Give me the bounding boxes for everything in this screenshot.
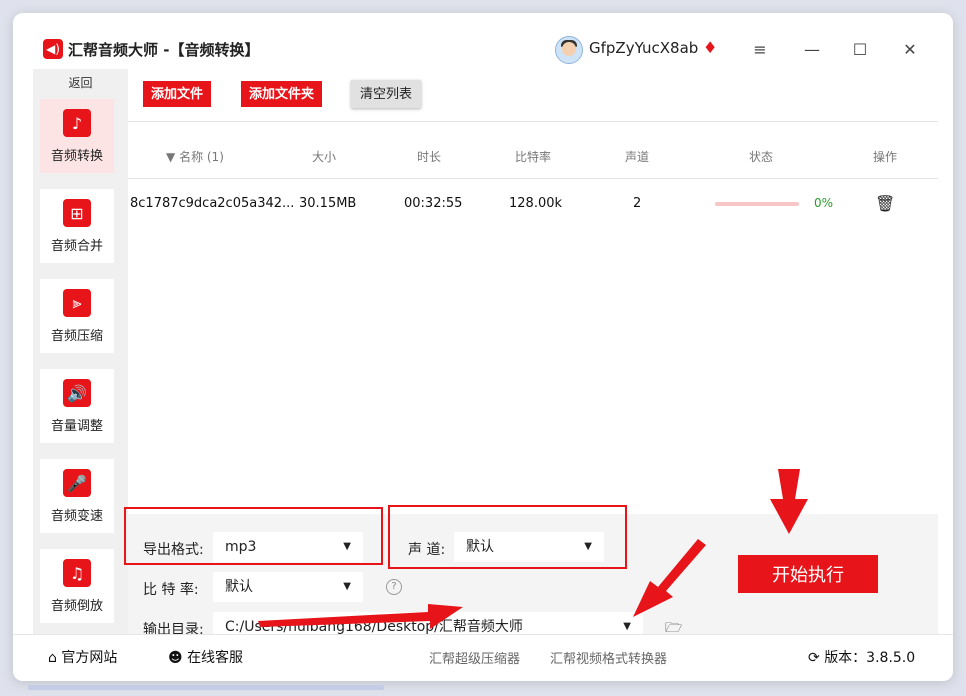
minimize-button[interactable]: —: [800, 37, 824, 61]
home-icon: ⌂: [48, 650, 57, 666]
sidebar-item-label: 音频倒放: [50, 599, 103, 614]
volume-adjust-icon: 🔊: [63, 379, 91, 407]
add-file-button[interactable]: 添加文件: [143, 81, 212, 107]
audio-merge-icon: ⊞: [63, 199, 91, 227]
column-header-bitrate: 比特率: [515, 150, 552, 164]
refresh-icon: ⟳: [808, 650, 820, 666]
audio-convert-icon: ♪: [63, 109, 91, 137]
trash-icon[interactable]: 🗑: [875, 194, 895, 213]
sidebar-item-label: 音频变速: [50, 509, 103, 524]
website-label: 官方网站: [61, 650, 118, 666]
cell-duration: 00:32:55: [404, 196, 463, 211]
audio-reverse-icon: ♫: [63, 559, 91, 587]
cell-size: 30.15MB: [299, 196, 357, 211]
diamond-icon[interactable]: ♦: [703, 38, 717, 57]
add-folder-button[interactable]: 添加文件夹: [241, 81, 323, 107]
header-divider: [128, 178, 938, 179]
sidebar-item-audio-convert[interactable]: ♪ 音频转换: [40, 99, 114, 173]
sidebar-item-label: 音量调整: [50, 419, 103, 434]
output-path-value: C:/Users/huibang168/Desktop/汇帮音频大师: [225, 619, 523, 635]
sidebar-item-audio-speed[interactable]: 🎤 音频变速: [40, 459, 114, 533]
chevron-down-icon: ▼: [343, 581, 351, 592]
user-name[interactable]: GfpZyYucX8ab: [589, 39, 698, 57]
sidebar-item-label: 音频合并: [50, 239, 103, 254]
column-header-action: 操作: [873, 150, 898, 164]
toolbar-divider: [128, 121, 938, 122]
sidebar: 返回 ♪ 音频转换 ⊞ 音频合并 ⫸ 音频压缩 🔊 音量调整 🎤 音频变速 ♫ …: [33, 69, 128, 634]
product-link-compressor[interactable]: 汇帮超级压缩器: [429, 648, 520, 667]
app-title: 汇帮音频大师 -【音频转换】: [68, 41, 260, 59]
column-label: 名称 (1): [179, 150, 224, 164]
speaker-icon: ◀): [43, 39, 63, 59]
sidebar-item-audio-compress[interactable]: ⫸ 音频压缩: [40, 279, 114, 353]
maximize-button[interactable]: ☐: [848, 37, 872, 61]
audio-speed-icon: 🎤: [63, 469, 91, 497]
cell-name: 8c1787c9dca2c05a342...: [130, 196, 295, 211]
close-button[interactable]: ✕: [898, 37, 922, 61]
help-icon[interactable]: ?: [386, 579, 402, 595]
column-header-size: 大小: [312, 150, 337, 164]
progress-percent: 0%: [814, 196, 834, 210]
version-info[interactable]: ⟳ 版本：3.8.5.0: [808, 647, 915, 667]
scrollbar[interactable]: [28, 685, 384, 690]
app-window: ◀) 汇帮音频大师 -【音频转换】 GfpZyYucX8ab ♦ ≡ — ☐ ✕…: [13, 13, 953, 681]
menu-icon[interactable]: ≡: [748, 37, 772, 61]
bitrate-value: 默认: [225, 579, 253, 595]
sort-arrow-icon: ▼: [166, 150, 176, 164]
sidebar-item-label: 音频转换: [50, 149, 103, 164]
highlight-box-channel: [388, 505, 627, 569]
column-header-name[interactable]: ▼ 名称 (1): [166, 148, 224, 165]
footer: ⌂ 官方网站 ☻ 在线客服 汇帮超级压缩器 汇帮视频格式转换器 ⟳ 版本：3.8…: [13, 634, 953, 681]
clear-list-button[interactable]: 清空列表: [351, 80, 422, 108]
cell-bitrate: 128.00k: [509, 196, 563, 211]
column-header-channels: 声道: [625, 150, 650, 164]
title-bar: ◀) 汇帮音频大师 -【音频转换】 GfpZyYucX8ab ♦ ≡ — ☐ ✕: [13, 13, 953, 69]
audio-compress-icon: ⫸: [63, 289, 91, 317]
bitrate-select[interactable]: 默认 ▼: [213, 572, 363, 602]
headset-icon: ☻: [168, 650, 183, 666]
product-link-video-converter[interactable]: 汇帮视频格式转换器: [550, 648, 667, 667]
version-label: 版本：3.8.5.0: [824, 650, 916, 666]
progress-bar: [715, 202, 799, 206]
back-button[interactable]: 返回: [33, 73, 128, 93]
highlight-box-format: [124, 507, 383, 565]
bitrate-label: 比 特 率:: [143, 582, 199, 598]
support-label: 在线客服: [187, 650, 244, 666]
sidebar-item-label: 音频压缩: [50, 329, 103, 344]
avatar[interactable]: [555, 36, 583, 64]
start-button[interactable]: 开始执行: [738, 555, 878, 593]
cell-channels: 2: [633, 196, 642, 211]
column-header-duration: 时长: [417, 150, 442, 164]
website-link[interactable]: ⌂ 官方网站: [48, 647, 117, 667]
sidebar-item-volume-adjust[interactable]: 🔊 音量调整: [40, 369, 114, 443]
sidebar-item-audio-reverse[interactable]: ♫ 音频倒放: [40, 549, 114, 623]
support-link[interactable]: ☻ 在线客服: [168, 647, 243, 667]
column-header-status: 状态: [749, 150, 774, 164]
sidebar-item-audio-merge[interactable]: ⊞ 音频合并: [40, 189, 114, 263]
main-panel: 添加文件 添加文件夹 清空列表 ▼ 名称 (1) 大小 时长 比特率 声道 状态…: [124, 69, 938, 642]
